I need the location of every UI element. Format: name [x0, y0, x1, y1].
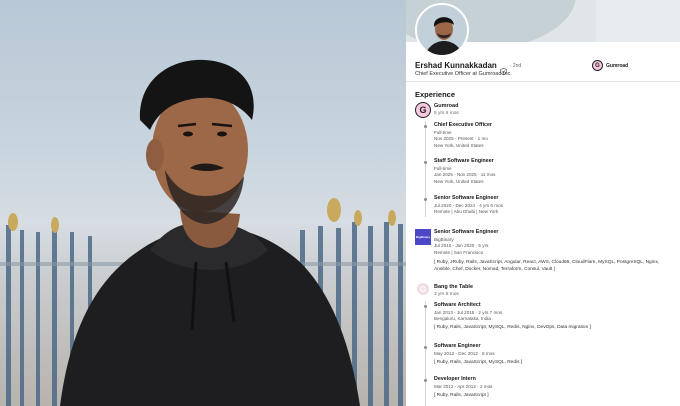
profile-name-row: Ershad Kunnakkadan · 2nd	[415, 61, 522, 76]
role-detail: Mar 2012 - Apr 2012 · 2 mos	[434, 383, 493, 389]
timeline-dot	[424, 125, 427, 128]
role-detail: Jul 2020 - Dec 2024 · 4 yrs 6 mos	[434, 202, 503, 208]
gumroad-logo-icon: G	[592, 60, 603, 71]
role-detail: Nov 2025 - Present · 1 mo	[434, 136, 488, 141]
role-title: Senior Software Engineer	[434, 229, 499, 235]
role-detail: New York, United States	[434, 142, 484, 148]
profile-photo	[0, 0, 406, 406]
role-software-engineer[interactable]: Software Engineer May 2012 - Dec 2012 · …	[424, 343, 523, 365]
photo-illustration	[0, 59, 406, 406]
verified-shield-icon	[500, 62, 507, 76]
bigbinary-logo-icon: BigBinary	[415, 229, 431, 245]
timeline-dot	[424, 305, 427, 308]
experience-section-title: Experience	[415, 90, 456, 99]
role-senior-engineer-bigbinary[interactable]: Senior Software Engineer BigBinary Jul 2…	[434, 229, 659, 273]
role-detail: Jan 2013 - Jul 2015 · 2 yrs 7 mos	[434, 309, 503, 315]
company-name: BigBinary	[434, 236, 454, 242]
timeline-line	[425, 121, 426, 217]
profile-avatar[interactable]	[415, 3, 469, 57]
timeline-dot	[424, 379, 427, 382]
company-duration: 3 yrs 5 mos	[434, 292, 459, 297]
gumroad-logo-icon: G	[415, 102, 431, 118]
role-skills: [ Ruby, JRuby, Rails, JavaScript, Angula…	[434, 259, 659, 273]
role-detail: Full-time	[434, 165, 452, 171]
role-title: Chief Executive Officer	[434, 122, 492, 128]
company-duration: 5 yrs 6 mos	[434, 111, 459, 116]
role-detail: Jan 2025 - Nov 2025 · 11 mos	[434, 172, 496, 177]
company-name[interactable]: Bang the Table	[434, 284, 473, 290]
timeline-dot	[424, 346, 427, 349]
current-company-link[interactable]: G Gumroad	[592, 60, 628, 71]
role-title: Senior Software Engineer	[434, 195, 499, 201]
role-title: Staff Software Engineer	[434, 158, 494, 164]
role-developer-intern[interactable]: Developer Intern Mar 2012 - Apr 2012 · 2…	[424, 376, 493, 398]
role-detail: May 2012 - Dec 2012 · 8 mos	[434, 350, 495, 356]
role-detail: Full-time	[434, 129, 452, 135]
bangthetable-logo-icon: G	[417, 283, 429, 295]
role-software-architect[interactable]: Software Architect Jan 2013 - Jul 2015 ·…	[424, 302, 591, 330]
role-title: Software Architect	[434, 302, 481, 308]
role-detail: Remote | San Francisco	[434, 249, 484, 255]
role-detail: Jul 2015 - Jun 2020 · 5 yrs	[434, 243, 489, 248]
role-detail: New York, United States	[434, 178, 484, 184]
timeline-line	[425, 301, 426, 406]
profile-headline: Chief Executive Officer at Gumroad Inc.	[415, 71, 512, 77]
role-title: Developer Intern	[434, 376, 476, 382]
role-skills: [ Ruby, Rails, JavaScript, MySQL, Redis,…	[434, 325, 591, 330]
role-title: Software Engineer	[434, 343, 481, 349]
role-senior-engineer-gumroad[interactable]: Senior Software Engineer Jul 2020 - Dec …	[424, 195, 503, 214]
section-divider	[406, 81, 680, 82]
skills-line: Ansible, Chef, Docker, Nomad, Terraform,…	[434, 266, 555, 272]
profile-name[interactable]: Ershad Kunnakkadan	[415, 61, 497, 70]
linkedin-profile-panel: Ershad Kunnakkadan · 2nd Chief Executive…	[406, 0, 680, 406]
timeline-dot	[424, 198, 427, 201]
connection-degree: · 2nd	[509, 62, 522, 69]
role-skills: [ Ruby, Rails, JavaScript, MySQL, Redis …	[434, 359, 523, 365]
skills-line: [ Ruby, JRuby, Rails, JavaScript, Angula…	[434, 259, 660, 265]
timeline-dot	[424, 161, 427, 164]
role-ceo[interactable]: Chief Executive Officer Full-time Nov 20…	[424, 122, 492, 148]
role-detail: Bengaluru, Karnataka, India	[434, 316, 491, 321]
role-staff-engineer[interactable]: Staff Software Engineer Full-time Jan 20…	[424, 158, 496, 184]
role-skills: [ Ruby, Rails, JavaScript ]	[434, 392, 489, 398]
company-name[interactable]: Gumroad	[434, 103, 458, 109]
current-company-name: Gumroad	[606, 62, 629, 69]
role-detail: Remote | Abu Dhabi | New York	[434, 209, 499, 214]
